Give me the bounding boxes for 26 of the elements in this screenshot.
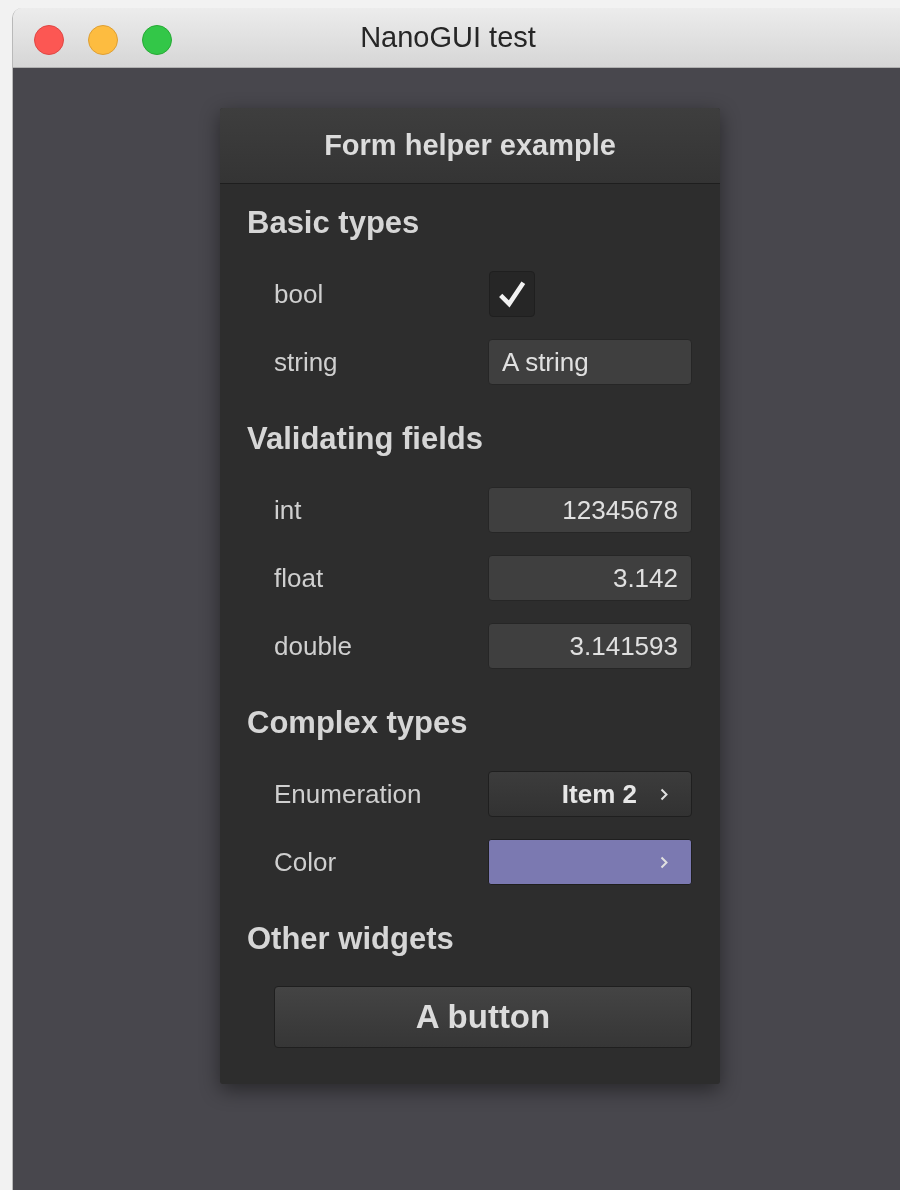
input-field[interactable]: 12345678 <box>488 487 692 533</box>
section-heading: Validating fields <box>247 420 484 458</box>
window-title: NanoGUI test <box>360 21 536 54</box>
field-label: double <box>274 630 353 662</box>
field-label: bool <box>274 278 324 310</box>
field-label: string <box>274 346 338 378</box>
input-field[interactable]: A string <box>488 339 692 385</box>
chevron-icon <box>659 786 669 802</box>
zoom-button[interactable] <box>142 25 172 55</box>
field-label: float <box>274 562 324 594</box>
input-field[interactable]: 3.141593 <box>488 623 692 669</box>
panel-title: Form helper example <box>220 108 720 184</box>
field-label: Color <box>274 846 337 878</box>
minimize-button[interactable] <box>88 25 118 55</box>
close-button[interactable] <box>34 25 64 55</box>
checkbox[interactable] <box>489 271 535 317</box>
action-button[interactable]: A button <box>274 986 692 1048</box>
chevron-icon <box>659 854 669 870</box>
color-picker-button[interactable] <box>488 839 692 885</box>
field-label: Enumeration <box>274 778 422 810</box>
section-heading: Other widgets <box>247 920 455 958</box>
section-heading: Basic types <box>247 204 421 242</box>
input-field[interactable]: 3.142 <box>488 555 692 601</box>
section-heading: Complex types <box>247 704 469 742</box>
dropdown-button[interactable]: Item 2 <box>488 771 692 817</box>
field-label: int <box>274 494 302 526</box>
